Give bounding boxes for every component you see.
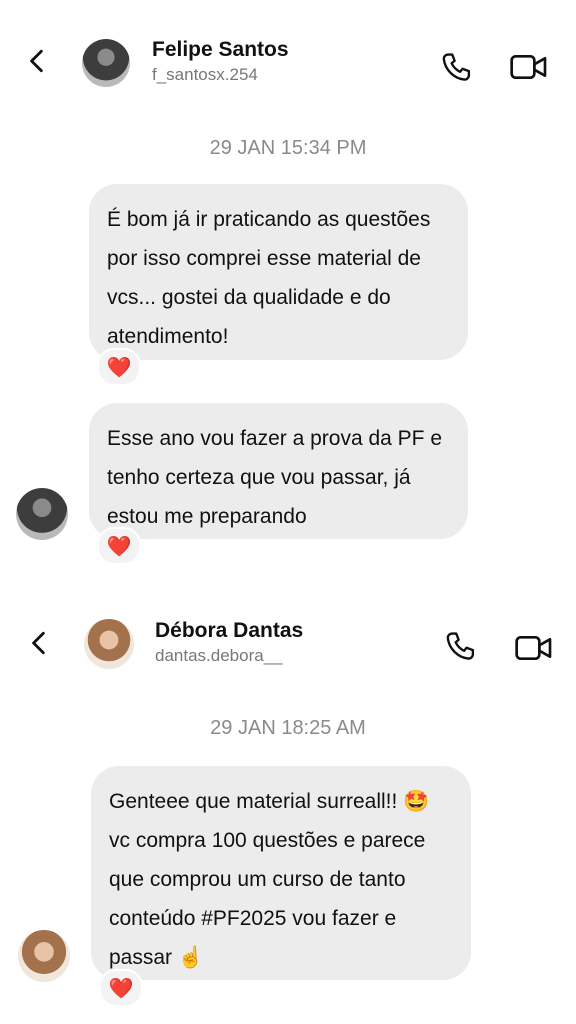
contact-handle: f_santosx.254 [152, 65, 258, 84]
phone-icon[interactable] [438, 49, 476, 87]
message-bubble[interactable]: Genteee que material surreall!! 🤩 vc com… [91, 766, 471, 980]
message-timestamp: 29 JAN 15:34 PM [209, 137, 367, 159]
contact-handle: dantas.debora__ [155, 646, 283, 665]
message-timestamp: 29 JAN 18:25 AM [210, 717, 366, 739]
phone-icon[interactable] [442, 628, 480, 666]
video-camera-icon[interactable] [514, 632, 554, 664]
avatar[interactable] [84, 619, 134, 669]
video-camera-icon[interactable] [509, 51, 549, 83]
avatar[interactable] [82, 39, 130, 87]
contact-name[interactable]: Felipe Santos [152, 38, 289, 62]
message-bubble[interactable]: É bom já ir praticando as questões por i… [89, 184, 468, 360]
heart-icon[interactable]: ❤️ [99, 969, 143, 1007]
avatar[interactable] [18, 930, 70, 982]
back-chevron-icon[interactable] [24, 48, 50, 74]
avatar[interactable] [16, 488, 68, 540]
contact-name[interactable]: Débora Dantas [155, 619, 303, 643]
message-bubble[interactable]: Esse ano vou fazer a prova da PF e tenho… [89, 403, 468, 539]
heart-icon[interactable]: ❤️ [97, 348, 141, 386]
back-chevron-icon[interactable] [26, 630, 52, 656]
heart-icon[interactable]: ❤️ [97, 527, 141, 565]
